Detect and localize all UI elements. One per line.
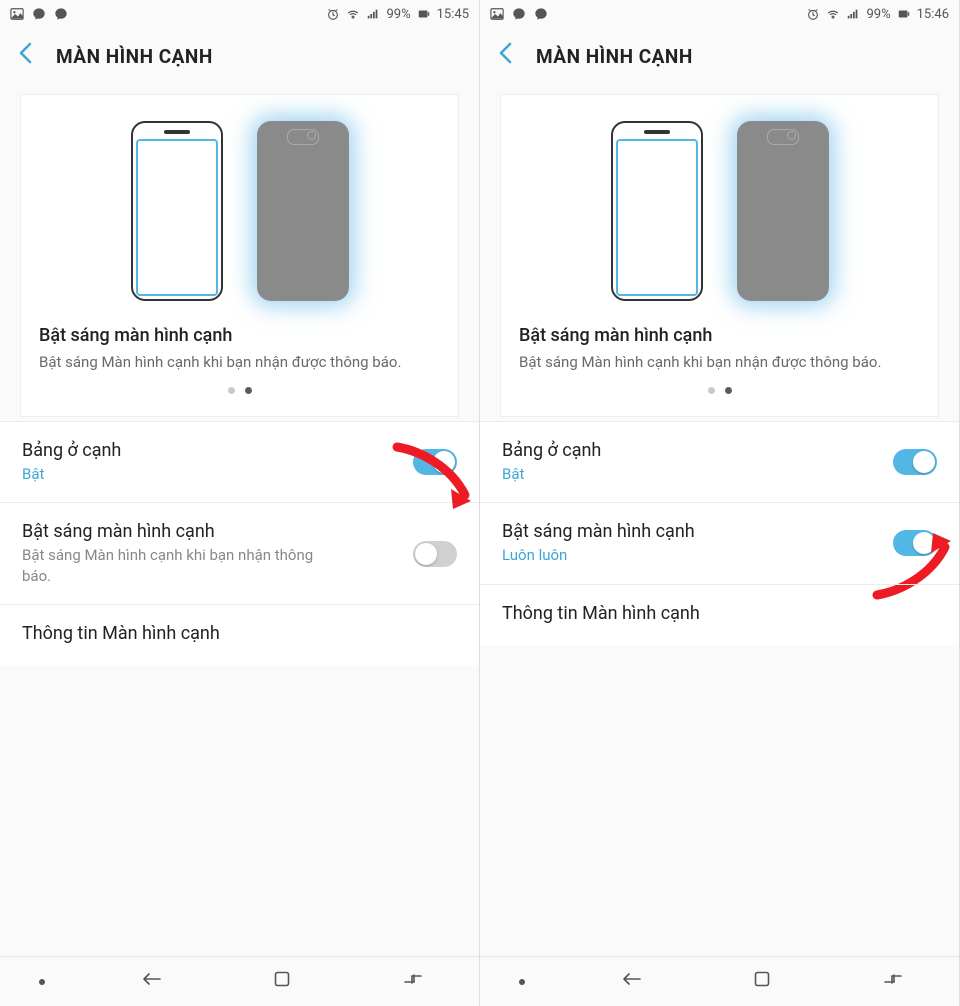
battery-icon xyxy=(897,7,911,21)
nav-back[interactable] xyxy=(124,965,178,998)
nav-bar xyxy=(0,956,479,1006)
page-title: MÀN HÌNH CẠNH xyxy=(56,45,213,68)
messenger-icon xyxy=(54,7,68,21)
hero-title: Bật sáng màn hình cạnh xyxy=(31,325,448,346)
row-edge-panels[interactable]: Bảng ở cạnh Bật xyxy=(0,421,479,502)
nav-assistant[interactable] xyxy=(39,979,45,985)
row-sub: Luôn luôn xyxy=(502,545,823,565)
settings-list: Bảng ở cạnh Bật Bật sáng màn hình cạnh B… xyxy=(0,421,479,665)
clock-text: 15:46 xyxy=(917,7,949,22)
hero-card[interactable]: Bật sáng màn hình cạnh Bật sáng Màn hình… xyxy=(500,94,939,417)
messenger-icon xyxy=(32,7,46,21)
row-title: Bảng ở cạnh xyxy=(502,440,823,461)
messenger-icon xyxy=(512,7,526,21)
row-edge-lighting[interactable]: Bật sáng màn hình cạnh Luôn luôn xyxy=(480,502,959,583)
back-button[interactable] xyxy=(498,42,512,70)
toggle-edge-lighting[interactable] xyxy=(413,541,457,567)
dot-active xyxy=(725,387,732,394)
hero-title: Bật sáng màn hình cạnh xyxy=(511,325,928,346)
status-bar: 99% 15:45 xyxy=(0,0,479,28)
row-title: Bật sáng màn hình cạnh xyxy=(22,521,343,542)
row-sub: Bật xyxy=(22,464,343,484)
battery-text: 99% xyxy=(386,7,410,22)
row-title: Bật sáng màn hình cạnh xyxy=(502,521,823,542)
messenger-icon xyxy=(534,7,548,21)
toggle-edge-panels[interactable] xyxy=(413,449,457,475)
wifi-icon xyxy=(826,7,840,21)
alarm-icon xyxy=(806,7,820,21)
page-dots[interactable] xyxy=(31,387,448,394)
screen-right: 99% 15:46 MÀN HÌNH CẠNH Bật sáng màn hìn… xyxy=(480,0,960,1006)
dot-active xyxy=(245,387,252,394)
dot xyxy=(228,387,235,394)
gallery-icon xyxy=(490,7,504,21)
nav-assistant[interactable] xyxy=(519,979,525,985)
hero-desc: Bật sáng Màn hình cạnh khi bạn nhận được… xyxy=(31,352,448,373)
phone-illustration xyxy=(31,121,448,301)
phone-back-icon xyxy=(737,121,829,301)
back-button[interactable] xyxy=(18,42,32,70)
screen-left: 99% 15:45 MÀN HÌNH CẠNH Bật sáng màn hìn… xyxy=(0,0,480,1006)
battery-text: 99% xyxy=(866,7,890,22)
header: MÀN HÌNH CẠNH xyxy=(0,28,479,84)
hero-card[interactable]: Bật sáng màn hình cạnh Bật sáng Màn hình… xyxy=(20,94,459,417)
signal-icon xyxy=(846,7,860,21)
page-title: MÀN HÌNH CẠNH xyxy=(536,45,693,68)
nav-home[interactable] xyxy=(737,964,787,999)
row-edge-panels[interactable]: Bảng ở cạnh Bật xyxy=(480,421,959,502)
nav-bar xyxy=(480,956,959,1006)
nav-back[interactable] xyxy=(604,965,658,998)
toggle-edge-lighting[interactable] xyxy=(893,530,937,556)
gallery-icon xyxy=(10,7,24,21)
toggle-edge-panels[interactable] xyxy=(893,449,937,475)
battery-icon xyxy=(417,7,431,21)
nav-home[interactable] xyxy=(257,964,307,999)
row-title: Bảng ở cạnh xyxy=(22,440,343,461)
row-title: Thông tin Màn hình cạnh xyxy=(502,603,867,624)
phone-front-icon xyxy=(611,121,703,301)
row-sub: Bật sáng Màn hình cạnh khi bạn nhận thôn… xyxy=(22,545,343,586)
row-edge-lighting[interactable]: Bật sáng màn hình cạnh Bật sáng Màn hình… xyxy=(0,502,479,604)
row-edge-info[interactable]: Thông tin Màn hình cạnh xyxy=(0,604,479,665)
phone-front-icon xyxy=(131,121,223,301)
row-title: Thông tin Màn hình cạnh xyxy=(22,623,387,644)
row-sub: Bật xyxy=(502,464,823,484)
wifi-icon xyxy=(346,7,360,21)
nav-recents[interactable] xyxy=(386,965,440,998)
hero-desc: Bật sáng Màn hình cạnh khi bạn nhận được… xyxy=(511,352,928,373)
status-bar: 99% 15:46 xyxy=(480,0,959,28)
settings-list: Bảng ở cạnh Bật Bật sáng màn hình cạnh L… xyxy=(480,421,959,645)
alarm-icon xyxy=(326,7,340,21)
dot xyxy=(708,387,715,394)
page-dots[interactable] xyxy=(511,387,928,394)
phone-back-icon xyxy=(257,121,349,301)
signal-icon xyxy=(366,7,380,21)
header: MÀN HÌNH CẠNH xyxy=(480,28,959,84)
phone-illustration xyxy=(511,121,928,301)
clock-text: 15:45 xyxy=(437,7,469,22)
row-edge-info[interactable]: Thông tin Màn hình cạnh xyxy=(480,584,959,645)
nav-recents[interactable] xyxy=(866,965,920,998)
